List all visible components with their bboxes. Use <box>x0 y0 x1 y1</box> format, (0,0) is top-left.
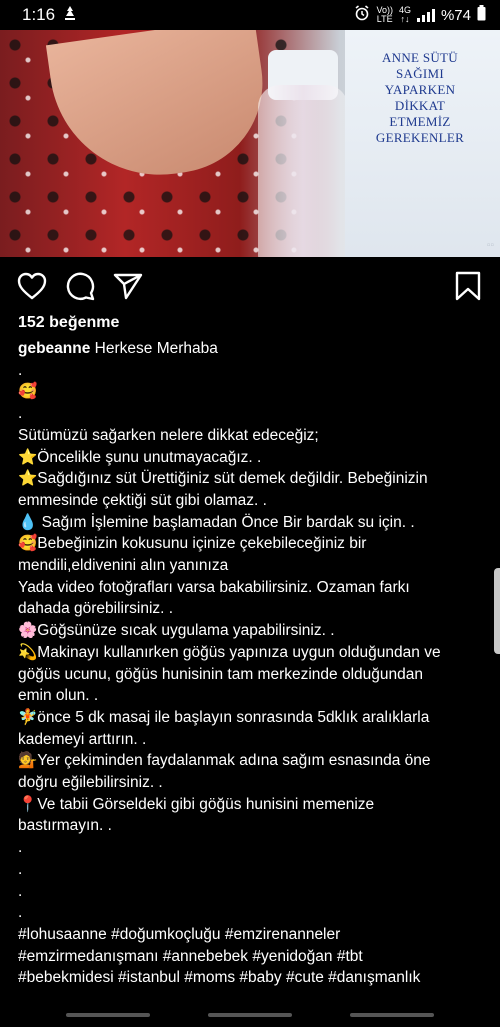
caption-line: emin olun. . <box>18 687 99 705</box>
bookmark-icon <box>455 271 481 301</box>
caption-line: mendili,eldivenini alın yanınıza <box>18 557 229 575</box>
caption-line: ⭐Öncelikle şunu unutmayacağız. . <box>18 448 262 466</box>
network-indicator: 4G ↑↓ <box>398 5 411 24</box>
caption-line: . <box>18 361 23 379</box>
caption-first-line: gebeanne Herkese Merhaba <box>18 338 480 360</box>
edge-panel-handle[interactable] <box>494 568 500 654</box>
caption-line: Herkese Merhaba <box>94 340 218 357</box>
caption-line: Yada video fotoğrafları varsa bakabilirs… <box>18 578 410 596</box>
gesture-hint-center <box>208 1013 292 1017</box>
caption-line: kademeyi arttırın. . <box>18 730 147 748</box>
caption-line: 🥰Bebeğinizin kokusunu içinize çekebilece… <box>18 535 367 553</box>
status-time: 1:16 <box>22 5 56 24</box>
caption-line: ⭐Sağdığınız süt Ürettiğiniz süt demek de… <box>18 470 428 488</box>
gesture-hint-left <box>66 1013 150 1017</box>
share-button[interactable] <box>108 264 148 308</box>
save-button[interactable] <box>448 264 488 308</box>
caption-line: . <box>18 882 23 900</box>
caption-line[interactable]: #lohusaanne #doğumkoçluğu #emzirenannele… <box>18 924 480 946</box>
notification-icon <box>63 5 77 26</box>
comment-button[interactable] <box>60 264 100 308</box>
post-caption: gebeanne Herkese Merhaba . 🥰. Sütümüzü sağ… <box>18 338 480 989</box>
caption-line: 📍Ve tabii Görseldeki gibi göğüs hunisini… <box>18 795 375 813</box>
post-username[interactable]: gebeanne <box>18 340 90 357</box>
network-type: 4G <box>398 5 411 15</box>
caption-line: göğüs ucunu, göğüs hunisinin tam merkezi… <box>18 665 424 683</box>
gesture-hint-right <box>350 1013 434 1017</box>
battery-icon <box>477 5 486 25</box>
volte-bottom: LTE <box>376 14 393 24</box>
heart-icon <box>17 272 47 300</box>
like-count[interactable]: 152 beğenme <box>18 314 119 332</box>
signal-icon <box>416 8 435 22</box>
caption-line: dahada görebilirsiniz. . <box>18 600 174 618</box>
gesture-bar <box>0 1013 500 1019</box>
alarm-icon <box>354 5 370 25</box>
volte-indicator: Vo)) LTE <box>376 6 393 24</box>
caption-line: 💫Makinayı kullanırken göğüs yapınıza uyg… <box>18 643 441 661</box>
status-left: 1:16 <box>22 5 77 26</box>
caption-line: 🌸Göğsünüze sıcak uygulama yapabilirsiniz… <box>18 622 335 640</box>
caption-line: . <box>18 839 23 857</box>
caption-line: 🧚önce 5 dk masaj ile başlayın sonrasında… <box>18 708 430 726</box>
caption-line: 💁Yer çekiminden faydalanmak adına sağım … <box>18 752 431 770</box>
caption-line: doğru eğilebilirsiniz. . <box>18 774 163 792</box>
caption-line[interactable]: #emzirmedanışmanı #annebebek #yenidoğan … <box>18 946 480 968</box>
image-caption: ANNE SÜTÜ SAĞIMI YAPARKEN DİKKAT ETMEMİZ… <box>375 50 465 145</box>
image-watermark-icon: ▫▫ <box>486 240 494 251</box>
milk-bottle <box>258 85 348 257</box>
post-action-row <box>0 264 500 308</box>
comment-icon <box>66 272 95 301</box>
status-right: Vo)) LTE 4G ↑↓ %74 <box>354 5 486 25</box>
caption-line: 🥰 <box>18 383 38 401</box>
caption-line: . <box>18 405 23 423</box>
caption-line: Sütümüzü sağarken nelere dikkat edeceğiz… <box>18 426 319 444</box>
battery-percent: %74 <box>440 6 471 24</box>
like-button[interactable] <box>12 264 52 308</box>
caption-line: . <box>18 904 23 922</box>
caption-line: . <box>18 860 23 878</box>
caption-line: 💧 Sağım İşlemine başlamadan Önce Bir bar… <box>18 513 415 531</box>
post-image[interactable]: ANNE SÜTÜ SAĞIMI YAPARKEN DİKKAT ETMEMİZ… <box>0 30 500 257</box>
status-bar: 1:16 Vo)) LTE 4G ↑↓ %74 <box>0 0 500 30</box>
caption-line: emmesinde çektiği süt gibi olamaz. . <box>18 491 267 509</box>
send-icon <box>113 273 143 300</box>
caption-line[interactable]: #bebekmidesi #istanbul #moms #baby #cute… <box>18 967 480 989</box>
caption-line: bastırmayın. . <box>18 817 112 835</box>
